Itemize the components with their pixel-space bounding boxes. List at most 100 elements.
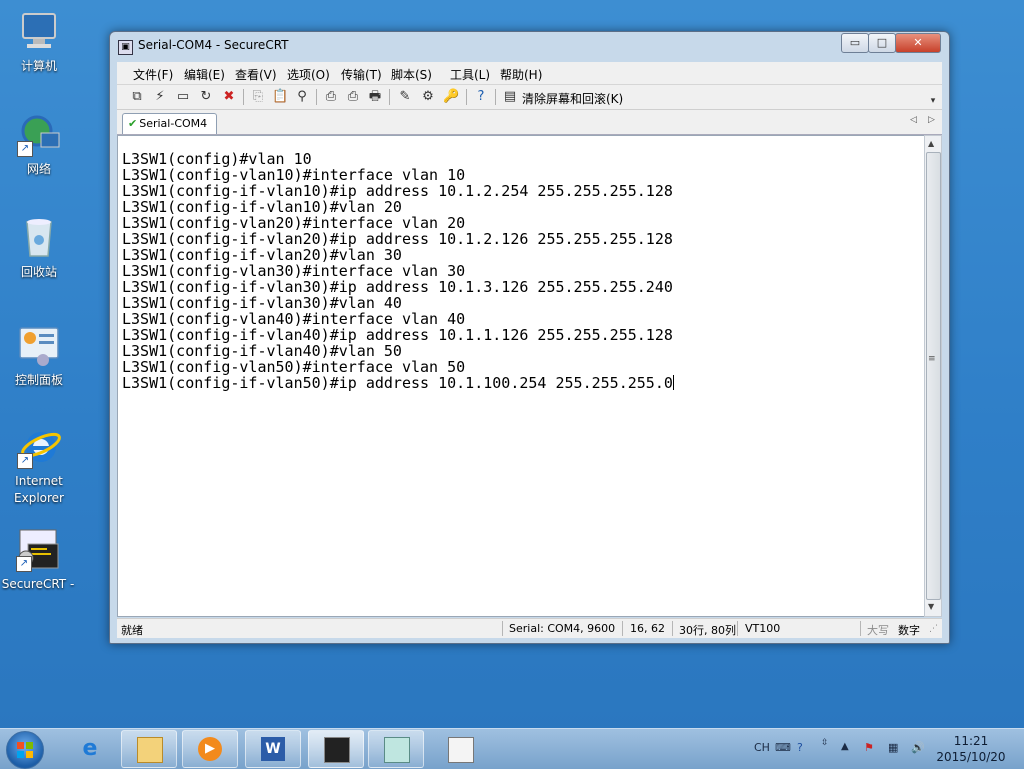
toolbar-separator bbox=[495, 89, 496, 105]
desktop-icon-label: Internet bbox=[15, 474, 63, 488]
status-num-lock: 数字 bbox=[898, 624, 920, 637]
close-button[interactable]: ✕ bbox=[895, 33, 941, 53]
connected-check-icon: ✔ bbox=[128, 117, 138, 130]
vertical-scrollbar[interactable]: ▲ ≡ ▼ bbox=[924, 135, 942, 617]
terminal-line: L3SW1(config-if-vlan30)#vlan 40 bbox=[122, 294, 402, 312]
desktop-icon-label: Explorer bbox=[14, 491, 64, 505]
terminal-line: L3SW1(config-vlan20)#interface vlan 20 bbox=[122, 214, 466, 232]
show-hidden-icons-icon[interactable]: ▲ bbox=[841, 741, 849, 752]
maximize-button[interactable]: □ bbox=[868, 33, 896, 53]
find-icon[interactable]: ⚲ bbox=[294, 89, 310, 105]
tab-serial-com4[interactable]: ✔ Serial-COM4 bbox=[122, 113, 217, 134]
copy-icon[interactable]: ⎘ bbox=[250, 89, 266, 105]
menu-script[interactable]: 脚本(S) bbox=[391, 66, 432, 83]
recycle-bin-icon bbox=[17, 216, 61, 260]
windows-logo-icon bbox=[17, 742, 33, 758]
clock-time: 11:21 bbox=[953, 734, 989, 748]
desktop-icon-computer[interactable]: 计算机 bbox=[1, 10, 77, 75]
taskbar-internet-explorer[interactable]: e bbox=[62, 730, 118, 768]
language-indicator[interactable]: CH bbox=[754, 741, 770, 754]
terminal-line: L3SW1(config-if-vlan30)#ip address 10.1.… bbox=[122, 278, 673, 296]
taskbar-notepad[interactable] bbox=[368, 730, 424, 768]
quick-connect-icon[interactable]: ⚡ bbox=[152, 89, 168, 105]
terminal-line-text: L3SW1(config-if-vlan50)#ip address 10.1.… bbox=[122, 374, 673, 392]
title-bar[interactable]: ▣ Serial-COM4 - SecureCRT ▭ □ ✕ bbox=[110, 32, 949, 60]
help-icon[interactable]: ? bbox=[473, 89, 489, 105]
menu-tools[interactable]: 工具(L) bbox=[450, 66, 490, 83]
toolbar-separator bbox=[243, 89, 244, 105]
reconnect-icon[interactable]: ↻ bbox=[198, 89, 214, 105]
toolbar-overflow-icon[interactable]: ▾ bbox=[925, 93, 941, 109]
terminal-line: L3SW1(config-if-vlan20)#ip address 10.1.… bbox=[122, 230, 673, 248]
menu-help[interactable]: 帮助(H) bbox=[500, 66, 542, 83]
print-screen-icon[interactable]: ⎙ bbox=[323, 89, 339, 105]
network-icon: ↗ bbox=[17, 113, 61, 157]
session-options-icon[interactable]: ✎ bbox=[397, 89, 413, 105]
ime-options-icon[interactable]: ⇳ bbox=[821, 738, 829, 748]
terminal-line: L3SW1(config-vlan50)#interface vlan 50 bbox=[122, 358, 466, 376]
status-divider bbox=[737, 621, 738, 636]
keyboard-icon[interactable]: ⌨ bbox=[775, 741, 791, 754]
text-cursor bbox=[672, 375, 674, 390]
file-explorer-icon bbox=[137, 737, 163, 763]
desktop-icon-label: 网络 bbox=[26, 162, 51, 176]
status-cursor-position: 16, 62 bbox=[630, 622, 665, 635]
scroll-up-arrow-icon[interactable]: ▲ bbox=[928, 139, 934, 148]
global-options-icon[interactable]: ⚙ bbox=[420, 89, 436, 105]
taskbar-media-player[interactable]: ▶ bbox=[182, 730, 238, 768]
menu-options[interactable]: 选项(O) bbox=[287, 66, 330, 83]
terminal-line: L3SW1(config-vlan30)#interface vlan 30 bbox=[122, 262, 466, 280]
word-icon: W bbox=[261, 737, 285, 761]
toolbar-separator bbox=[466, 89, 467, 105]
taskbar: e ▶ W CH ⌨ ? ⇳ ▲ ⚑ ▦ 🔊 11:21 2015/10/20 bbox=[0, 728, 1024, 769]
taskbar-document[interactable] bbox=[432, 730, 488, 768]
desktop-icon-recycle-bin[interactable]: 回收站 bbox=[1, 216, 77, 281]
action-center-flag-icon[interactable]: ⚑ bbox=[864, 741, 874, 754]
desktop-icon-securecrt[interactable]: ↗ SecureCRT - bbox=[0, 528, 76, 593]
menu-transfer[interactable]: 传输(T) bbox=[341, 66, 382, 83]
help-circle-icon[interactable]: ? bbox=[797, 741, 803, 754]
print-selection-icon[interactable]: ⎙ bbox=[345, 89, 361, 105]
status-divider bbox=[622, 621, 623, 636]
media-player-icon: ▶ bbox=[198, 737, 222, 761]
paste-icon[interactable]: 📋 bbox=[272, 89, 288, 105]
resize-grip-icon[interactable]: ⋰ bbox=[929, 624, 938, 634]
securecrt-app-icon[interactable]: ▣ bbox=[118, 40, 133, 55]
clear-screen-button[interactable]: 清除屏幕和回滚(K) bbox=[522, 90, 623, 107]
window-title: Serial-COM4 - SecureCRT bbox=[138, 38, 289, 52]
connect-icon[interactable]: ⧉ bbox=[129, 89, 145, 105]
system-clock[interactable]: 11:21 2015/10/20 bbox=[936, 733, 1006, 765]
desktop-icon-network[interactable]: ↗ 网络 bbox=[1, 113, 77, 178]
menu-view[interactable]: 查看(V) bbox=[235, 66, 277, 83]
terminal-output: L3SW1(config)#vlan 10 L3SW1(config-vlan1… bbox=[122, 151, 674, 391]
start-button[interactable] bbox=[6, 731, 44, 769]
keymap-icon[interactable]: 🔑 bbox=[443, 89, 459, 105]
clear-screen-icon[interactable]: ▤ bbox=[502, 89, 518, 105]
volume-icon[interactable]: 🔊 bbox=[911, 741, 925, 754]
toolbar-separator bbox=[316, 89, 317, 105]
taskbar-word[interactable]: W bbox=[245, 730, 301, 768]
document-icon bbox=[448, 737, 474, 763]
printer-icon[interactable]: 🖶 bbox=[367, 89, 383, 105]
network-status-icon[interactable]: ▦ bbox=[888, 741, 898, 754]
tab-scroll-right-icon[interactable]: ▷ bbox=[928, 115, 935, 125]
desktop-icon-control-panel[interactable]: 控制面板 bbox=[1, 324, 77, 389]
shortcut-arrow-icon: ↗ bbox=[17, 453, 33, 469]
status-divider bbox=[672, 621, 673, 636]
taskbar-file-explorer[interactable] bbox=[121, 730, 177, 768]
scroll-down-arrow-icon[interactable]: ▼ bbox=[928, 602, 934, 611]
securecrt-icon: ↗ bbox=[16, 528, 60, 572]
disconnect-icon[interactable]: ✖ bbox=[221, 89, 237, 105]
terminal-line: L3SW1(config-if-vlan40)#ip address 10.1.… bbox=[122, 326, 673, 344]
securecrt-window: ▣ Serial-COM4 - SecureCRT ▭ □ ✕ 文件(F) 编辑… bbox=[109, 31, 950, 644]
terminal-area[interactable]: L3SW1(config)#vlan 10 L3SW1(config-vlan1… bbox=[117, 135, 925, 617]
scrollbar-thumb[interactable] bbox=[926, 152, 941, 600]
minimize-button[interactable]: ▭ bbox=[841, 33, 869, 53]
menu-file[interactable]: 文件(F) bbox=[133, 66, 173, 83]
desktop-icon-internet-explorer[interactable]: ↗ Internet Explorer bbox=[1, 425, 77, 507]
taskbar-securecrt[interactable] bbox=[308, 730, 364, 768]
shortcut-arrow-icon: ↗ bbox=[16, 556, 32, 572]
tab-scroll-left-icon[interactable]: ◁ bbox=[910, 115, 917, 125]
menu-edit[interactable]: 编辑(E) bbox=[184, 66, 225, 83]
connect-tab-icon[interactable]: ▭ bbox=[175, 89, 191, 105]
